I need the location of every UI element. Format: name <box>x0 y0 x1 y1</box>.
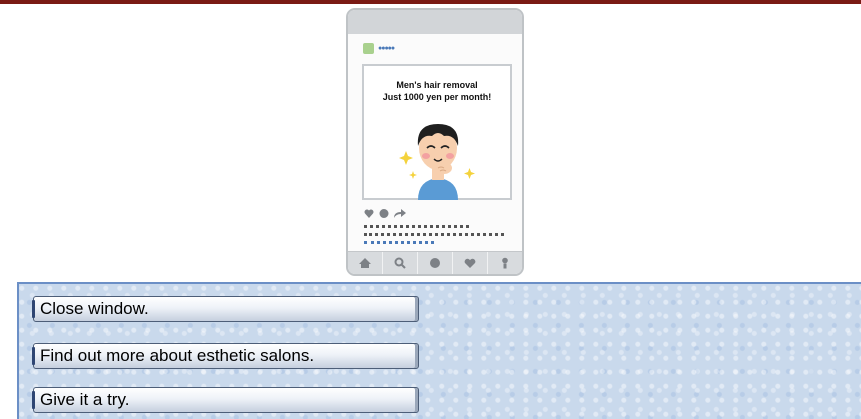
nav-likes <box>453 252 488 274</box>
phone-nav-bar <box>348 251 522 274</box>
search-icon <box>394 257 406 269</box>
post-actions <box>364 209 406 218</box>
phone-status-bar <box>348 10 522 34</box>
caption-placeholder-line <box>364 225 469 232</box>
smiling-man-illustration <box>399 124 475 200</box>
ad-post: Men's hair removal Just 1000 yen per mon… <box>362 64 512 200</box>
choice-panel: Close window. Find out more about esthet… <box>17 282 861 419</box>
caption-placeholder-line <box>364 233 504 240</box>
ad-headline-line1: Men's hair removal <box>396 80 478 90</box>
home-icon <box>359 258 371 268</box>
nav-search <box>383 252 418 274</box>
comment-icon <box>379 209 389 218</box>
nav-camera <box>418 252 453 274</box>
ad-headline-line2: Just 1000 yen per month! <box>382 92 492 102</box>
account-handle: ●●●●● <box>378 45 395 52</box>
hashtag-placeholder-line <box>364 241 434 248</box>
learn-more-button[interactable]: Find out more about esthetic salons. <box>32 343 419 369</box>
close-window-button[interactable]: Close window. <box>32 296 419 322</box>
phone-mockup: ●●●●● Men's hair removal Just 1000 yen p… <box>346 8 524 276</box>
camera-icon <box>430 258 440 268</box>
give-it-a-try-button[interactable]: Give it a try. <box>32 387 419 413</box>
profile-icon <box>502 257 508 269</box>
ad-headline: Men's hair removal Just 1000 yen per mon… <box>364 79 510 103</box>
heart-icon <box>364 209 374 218</box>
nav-home <box>348 252 383 274</box>
account-avatar <box>363 43 374 54</box>
heart-icon <box>464 258 476 268</box>
nav-profile <box>488 252 522 274</box>
share-icon <box>394 209 406 218</box>
top-accent-bar <box>0 0 861 4</box>
